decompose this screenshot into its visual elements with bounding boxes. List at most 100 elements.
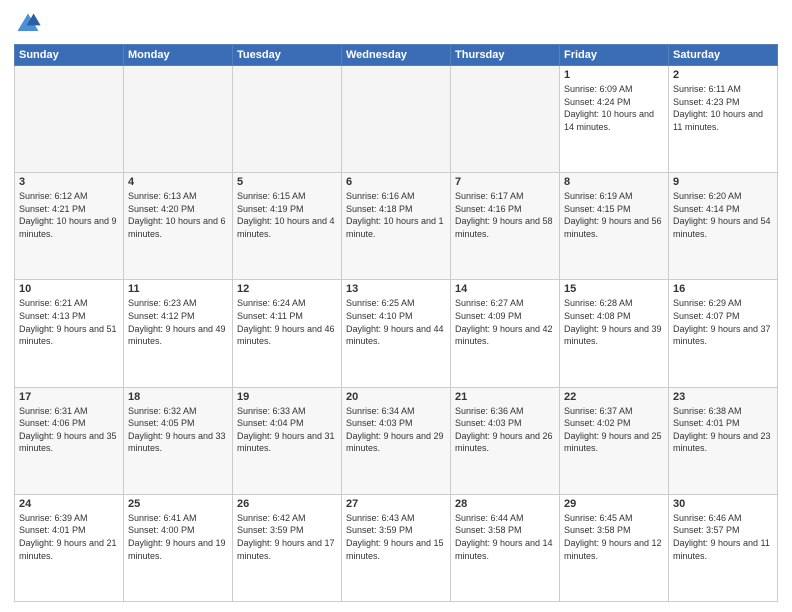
calendar-cell: 17 Sunrise: 6:31 AM Sunset: 4:06 PM Dayli…: [15, 387, 124, 494]
day-info: Sunrise: 6:27 AM Sunset: 4:09 PM Dayligh…: [455, 297, 555, 347]
logo: [14, 10, 46, 38]
day-number: 3: [19, 176, 119, 188]
calendar-cell: 8Sunrise: 6:19 AM Sunset: 4:15 PM Daylig…: [560, 173, 669, 280]
day-info: Sunrise: 6:16 AM Sunset: 4:18 PM Dayligh…: [346, 190, 446, 240]
calendar-header-monday: Monday: [124, 45, 233, 66]
calendar-header-saturday: Saturday: [669, 45, 778, 66]
day-number: 19: [237, 391, 337, 403]
day-number: 21: [455, 391, 555, 403]
day-number: 30: [673, 498, 773, 510]
day-info: Sunrise: 6:43 AM Sunset: 3:59 PM Dayligh…: [346, 512, 446, 562]
day-info: Sunrise: 6:13 AM Sunset: 4:20 PM Dayligh…: [128, 190, 228, 240]
day-number: 4: [128, 176, 228, 188]
day-number: 12: [237, 283, 337, 295]
day-number: 28: [455, 498, 555, 510]
day-number: 20: [346, 391, 446, 403]
day-number: 15: [564, 283, 664, 295]
day-number: 11: [128, 283, 228, 295]
day-info: Sunrise: 6:28 AM Sunset: 4:08 PM Dayligh…: [564, 297, 664, 347]
day-info: Sunrise: 6:44 AM Sunset: 3:58 PM Dayligh…: [455, 512, 555, 562]
calendar-week-row: 1 Sunrise: 6:09 AM Sunset: 4:24 PM Daylig…: [15, 66, 778, 173]
calendar-header-thursday: Thursday: [451, 45, 560, 66]
day-number: 24: [19, 498, 119, 510]
calendar-cell: 21 Sunrise: 6:36 AM Sunset: 4:03 PM Dayli…: [451, 387, 560, 494]
calendar-cell: 10 Sunrise: 6:21 AM Sunset: 4:13 PM Dayli…: [15, 280, 124, 387]
calendar-cell: 22 Sunrise: 6:37 AM Sunset: 4:02 PM Dayli…: [560, 387, 669, 494]
calendar-week-row: 3 Sunrise: 6:12 AM Sunset: 4:21 PM Daylig…: [15, 173, 778, 280]
calendar-header-friday: Friday: [560, 45, 669, 66]
calendar-table: SundayMondayTuesdayWednesdayThursdayFrid…: [14, 44, 778, 602]
calendar-header-sunday: Sunday: [15, 45, 124, 66]
calendar-week-row: 10 Sunrise: 6:21 AM Sunset: 4:13 PM Dayli…: [15, 280, 778, 387]
day-info: Sunrise: 6:38 AM Sunset: 4:01 PM Dayligh…: [673, 405, 773, 455]
day-info: Sunrise: 6:37 AM Sunset: 4:02 PM Dayligh…: [564, 405, 664, 455]
page: SundayMondayTuesdayWednesdayThursdayFrid…: [0, 0, 792, 612]
calendar-cell: 23 Sunrise: 6:38 AM Sunset: 4:01 PM Dayli…: [669, 387, 778, 494]
calendar-cell: 29 Sunrise: 6:45 AM Sunset: 3:58 PM Dayli…: [560, 494, 669, 601]
day-info: Sunrise: 6:31 AM Sunset: 4:06 PM Dayligh…: [19, 405, 119, 455]
day-info: Sunrise: 6:24 AM Sunset: 4:11 PM Dayligh…: [237, 297, 337, 347]
day-info: Sunrise: 6:45 AM Sunset: 3:58 PM Dayligh…: [564, 512, 664, 562]
calendar-cell: 7 Sunrise: 6:17 AM Sunset: 4:16 PM Daylig…: [451, 173, 560, 280]
calendar-header-row: SundayMondayTuesdayWednesdayThursdayFrid…: [15, 45, 778, 66]
day-number: 9: [673, 176, 773, 188]
day-number: 23: [673, 391, 773, 403]
calendar-cell: 12 Sunrise: 6:24 AM Sunset: 4:11 PM Dayli…: [233, 280, 342, 387]
day-number: 5: [237, 176, 337, 188]
day-number: 1: [564, 69, 664, 81]
day-info: Sunrise: 6:23 AM Sunset: 4:12 PM Dayligh…: [128, 297, 228, 347]
calendar-cell: 3 Sunrise: 6:12 AM Sunset: 4:21 PM Daylig…: [15, 173, 124, 280]
calendar-cell: 1 Sunrise: 6:09 AM Sunset: 4:24 PM Daylig…: [560, 66, 669, 173]
day-number: 14: [455, 283, 555, 295]
day-number: 26: [237, 498, 337, 510]
day-number: 10: [19, 283, 119, 295]
day-number: 22: [564, 391, 664, 403]
day-number: 8: [564, 176, 664, 188]
calendar-cell: 4 Sunrise: 6:13 AM Sunset: 4:20 PM Daylig…: [124, 173, 233, 280]
day-info: Sunrise: 6:41 AM Sunset: 4:00 PM Dayligh…: [128, 512, 228, 562]
calendar-cell: 28 Sunrise: 6:44 AM Sunset: 3:58 PM Dayli…: [451, 494, 560, 601]
day-number: 6: [346, 176, 446, 188]
day-info: Sunrise: 6:21 AM Sunset: 4:13 PM Dayligh…: [19, 297, 119, 347]
calendar-cell: 18Sunrise: 6:32 AM Sunset: 4:05 PM Dayli…: [124, 387, 233, 494]
calendar-cell: 14 Sunrise: 6:27 AM Sunset: 4:09 PM Dayli…: [451, 280, 560, 387]
calendar-header-wednesday: Wednesday: [342, 45, 451, 66]
day-info: Sunrise: 6:42 AM Sunset: 3:59 PM Dayligh…: [237, 512, 337, 562]
day-info: Sunrise: 6:20 AM Sunset: 4:14 PM Dayligh…: [673, 190, 773, 240]
day-number: 16: [673, 283, 773, 295]
day-info: Sunrise: 6:33 AM Sunset: 4:04 PM Dayligh…: [237, 405, 337, 455]
calendar-cell: 6 Sunrise: 6:16 AM Sunset: 4:18 PM Daylig…: [342, 173, 451, 280]
day-info: Sunrise: 6:36 AM Sunset: 4:03 PM Dayligh…: [455, 405, 555, 455]
calendar-cell: 24 Sunrise: 6:39 AM Sunset: 4:01 PM Dayli…: [15, 494, 124, 601]
day-number: 7: [455, 176, 555, 188]
day-number: 29: [564, 498, 664, 510]
day-info: Sunrise: 6:17 AM Sunset: 4:16 PM Dayligh…: [455, 190, 555, 240]
calendar-cell: 13Sunrise: 6:25 AM Sunset: 4:10 PM Dayli…: [342, 280, 451, 387]
calendar-header-tuesday: Tuesday: [233, 45, 342, 66]
day-info: Sunrise: 6:39 AM Sunset: 4:01 PM Dayligh…: [19, 512, 119, 562]
day-info: Sunrise: 6:46 AM Sunset: 3:57 PM Dayligh…: [673, 512, 773, 562]
calendar-cell: 11 Sunrise: 6:23 AM Sunset: 4:12 PM Dayli…: [124, 280, 233, 387]
day-info: Sunrise: 6:11 AM Sunset: 4:23 PM Dayligh…: [673, 83, 773, 133]
calendar-cell: 2 Sunrise: 6:11 AM Sunset: 4:23 PM Daylig…: [669, 66, 778, 173]
day-info: Sunrise: 6:12 AM Sunset: 4:21 PM Dayligh…: [19, 190, 119, 240]
calendar-cell: [451, 66, 560, 173]
calendar-cell: [124, 66, 233, 173]
day-number: 17: [19, 391, 119, 403]
day-info: Sunrise: 6:32 AM Sunset: 4:05 PM Dayligh…: [128, 405, 228, 455]
day-number: 25: [128, 498, 228, 510]
day-number: 27: [346, 498, 446, 510]
calendar-cell: 30 Sunrise: 6:46 AM Sunset: 3:57 PM Dayli…: [669, 494, 778, 601]
calendar-cell: [15, 66, 124, 173]
header: [14, 10, 778, 38]
day-info: Sunrise: 6:09 AM Sunset: 4:24 PM Dayligh…: [564, 83, 664, 133]
logo-icon: [14, 10, 42, 38]
calendar-cell: 19 Sunrise: 6:33 AM Sunset: 4:04 PM Dayli…: [233, 387, 342, 494]
day-info: Sunrise: 6:34 AM Sunset: 4:03 PM Dayligh…: [346, 405, 446, 455]
calendar-cell: 25 Sunrise: 6:41 AM Sunset: 4:00 PM Dayli…: [124, 494, 233, 601]
day-info: Sunrise: 6:29 AM Sunset: 4:07 PM Dayligh…: [673, 297, 773, 347]
calendar-cell: 16 Sunrise: 6:29 AM Sunset: 4:07 PM Dayli…: [669, 280, 778, 387]
calendar-cell: 5Sunrise: 6:15 AM Sunset: 4:19 PM Daylig…: [233, 173, 342, 280]
day-info: Sunrise: 6:25 AM Sunset: 4:10 PM Dayligh…: [346, 297, 446, 347]
day-number: 2: [673, 69, 773, 81]
